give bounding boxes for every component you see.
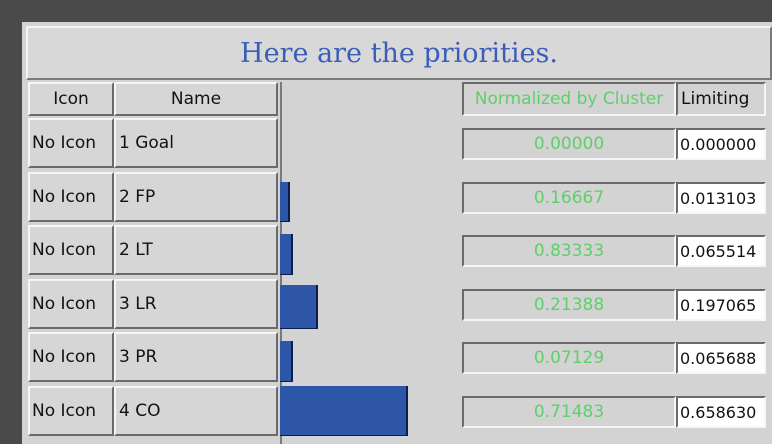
row-name-cell[interactable]: 2 LT	[114, 225, 278, 275]
row-icon-cell[interactable]: No Icon	[28, 118, 114, 168]
priorities-panel: Here are the priorities. Icon Name Norma…	[22, 22, 772, 444]
row-name-label: 3 LR	[119, 294, 157, 314]
row-icon-label: No Icon	[32, 294, 97, 314]
row-name-cell[interactable]: 4 CO	[114, 386, 278, 436]
row-normalized-value: 0.00000	[462, 128, 676, 160]
row-normalized-value: 0.16667	[462, 182, 676, 214]
header-limiting-label: Limiting	[681, 89, 750, 109]
row-normalized-text: 0.07129	[533, 348, 605, 368]
row-name-label: 2 FP	[119, 187, 156, 207]
row-icon-label: No Icon	[32, 187, 97, 207]
row-normalized-value: 0.83333	[462, 235, 676, 267]
row-limiting-text: 0.197065	[680, 295, 757, 315]
row-normalized-text: 0.16667	[533, 188, 605, 208]
row-name-label: 3 PR	[119, 347, 158, 367]
row-icon-label: No Icon	[32, 401, 97, 421]
row-limiting-text: 0.000000	[680, 134, 757, 154]
row-normalized-text: 0.83333	[533, 241, 605, 261]
priority-bar	[280, 386, 408, 436]
row-name-label: 1 Goal	[119, 133, 174, 153]
row-normalized-value: 0.71483	[462, 396, 676, 428]
row-icon-label: No Icon	[32, 133, 97, 153]
header-name-label: Name	[170, 89, 222, 109]
row-limiting-text: 0.065688	[680, 348, 757, 368]
row-name-cell[interactable]: 3 PR	[114, 332, 278, 382]
header-normalized-label: Normalized by Cluster	[474, 89, 664, 109]
priority-bar	[280, 182, 290, 222]
row-limiting-value: 0.013103	[676, 182, 766, 214]
row-limiting-value: 0.000000	[676, 128, 766, 160]
row-limiting-value: 0.065688	[676, 342, 766, 374]
row-name-label: 4 CO	[119, 401, 161, 421]
page-title: Here are the priorities.	[240, 37, 558, 69]
priority-bar	[280, 285, 318, 329]
row-normalized-value: 0.07129	[462, 342, 676, 374]
row-limiting-text: 0.658630	[680, 402, 757, 422]
row-icon-cell[interactable]: No Icon	[28, 332, 114, 382]
row-limiting-text: 0.013103	[680, 188, 757, 208]
header-icon-label: Icon	[53, 89, 89, 109]
row-name-cell[interactable]: 3 LR	[114, 279, 278, 329]
row-limiting-value: 0.197065	[676, 289, 766, 321]
row-name-label: 2 LT	[119, 240, 153, 260]
row-limiting-value: 0.065514	[676, 235, 766, 267]
row-normalized-text: 0.71483	[533, 402, 605, 422]
row-normalized-text: 0.21388	[533, 295, 605, 315]
row-icon-label: No Icon	[32, 347, 97, 367]
row-normalized-text: 0.00000	[533, 134, 605, 154]
window-frame: Here are the priorities. Icon Name Norma…	[0, 0, 772, 444]
row-icon-cell[interactable]: No Icon	[28, 279, 114, 329]
row-name-cell[interactable]: 1 Goal	[114, 118, 278, 168]
header-normalized[interactable]: Normalized by Cluster	[462, 82, 676, 116]
row-icon-cell[interactable]: No Icon	[28, 172, 114, 222]
row-normalized-value: 0.21388	[462, 289, 676, 321]
row-icon-cell[interactable]: No Icon	[28, 386, 114, 436]
row-name-cell[interactable]: 2 FP	[114, 172, 278, 222]
header-limiting[interactable]: Limiting	[676, 82, 766, 116]
row-limiting-text: 0.065514	[680, 241, 757, 261]
row-icon-label: No Icon	[32, 240, 97, 260]
row-icon-cell[interactable]: No Icon	[28, 225, 114, 275]
header-name[interactable]: Name	[114, 82, 278, 116]
priority-bar	[280, 234, 293, 275]
header-icon[interactable]: Icon	[28, 82, 114, 116]
row-limiting-value: 0.658630	[676, 396, 766, 428]
title-bar: Here are the priorities.	[26, 26, 772, 80]
priority-bar	[280, 341, 293, 382]
